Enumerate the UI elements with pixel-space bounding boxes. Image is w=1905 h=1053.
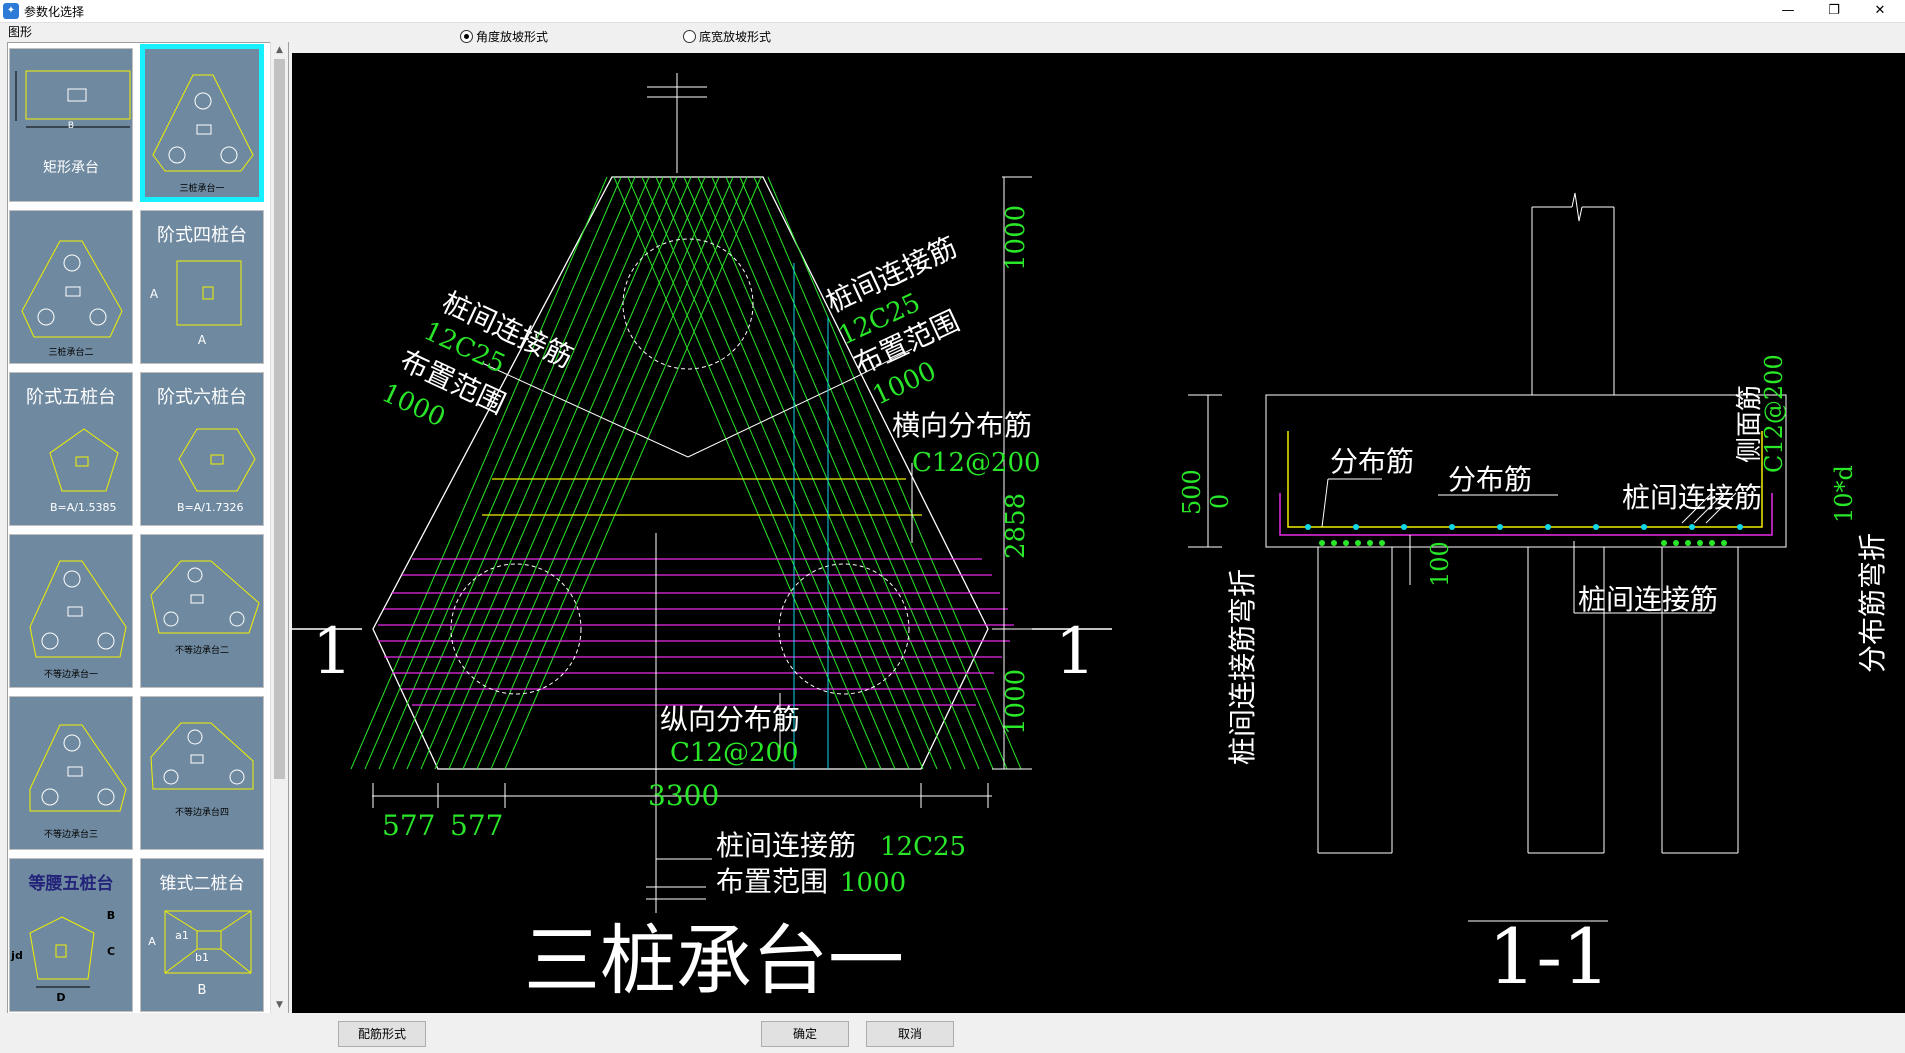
thumb-label: 不等边承台三 — [43, 830, 98, 840]
thumb-dim-a1: a1 — [175, 929, 189, 942]
pile-circle — [450, 563, 582, 695]
thumb-label: 锥式二桩台 — [159, 874, 245, 894]
gallery-scrollbar[interactable]: ▲ ▼ — [270, 42, 288, 1014]
thumb-dim-d: D — [56, 991, 66, 1004]
thumb-three-pile-1-diagram — [152, 74, 254, 172]
cancel-button[interactable]: 取消 — [866, 1021, 954, 1047]
radio-label: 角度放坡形式 — [476, 30, 549, 44]
thumb-unequal-1[interactable]: 不等边承台一 — [9, 534, 133, 688]
longitudinal-rebar — [378, 558, 1014, 706]
radio-selected-icon[interactable] — [460, 30, 473, 43]
section-bent-right: 分布筋弯折 — [1856, 533, 1889, 673]
ok-button[interactable]: 确定 — [761, 1021, 849, 1047]
plan-bottom-val: 1000 — [840, 868, 906, 898]
section-bent-val: 10*d — [1830, 465, 1858, 523]
thumb-unequal-4-diagram — [150, 722, 254, 790]
app-logo-icon: ✦ — [3, 3, 19, 19]
section-dist1: 分布筋 — [1330, 445, 1414, 478]
close-button[interactable]: ✕ — [1857, 0, 1903, 22]
thumb-dim-a: A — [197, 333, 207, 347]
section-mark-right: 1 — [1055, 615, 1096, 689]
thumb-dim-b1: b1 — [195, 951, 209, 964]
thumb-rect-cap[interactable]: B 矩形承台 — [9, 48, 133, 202]
plan-bottom-range: 布置范围 — [716, 865, 828, 898]
thumb-dim-jd: jd — [11, 949, 23, 962]
plan-dim-3300: 3300 — [648, 779, 719, 812]
plan-main-title: 三桩承台一 — [524, 916, 904, 1005]
thumb-step-4[interactable]: 阶式四桩台 A A — [140, 210, 264, 364]
section-dim-0: 0 — [1206, 494, 1234, 509]
thumb-three-pile-1[interactable]: 三桩承台一 — [140, 44, 264, 202]
rebar-form-button[interactable]: 配筋形式 — [338, 1021, 426, 1047]
group-label: 图形 — [8, 25, 33, 39]
plan-dim-577b: 577 — [450, 809, 503, 842]
section-title: 1-1 — [1488, 912, 1610, 1001]
plan-bottom-title: 桩间连接筋 — [716, 829, 856, 862]
plan-dim-577a: 577 — [382, 809, 435, 842]
window-title: 参数化选择 — [24, 5, 85, 19]
thumb-dim-a: A — [149, 287, 159, 301]
section-bent-left: 桩间连接筋弯折 — [1226, 569, 1259, 765]
thumb-unequal-2-diagram — [150, 560, 260, 634]
cad-preview-canvas: 桩间连接筋 12C25 布置范围 1000 桩间连接筋 12C25 布置范围 1… — [292, 53, 1905, 1013]
thumb-label: 三桩承台一 — [179, 184, 225, 194]
plan-trans-bar: C12@200 — [912, 448, 1041, 478]
thumb-label: 阶式五桩台 — [26, 387, 116, 408]
thumb-cone-2[interactable]: 锥式二桩台 A a1 b1 B — [140, 858, 264, 1012]
radio-angle-slope[interactable]: 角度放坡形式 — [460, 28, 548, 48]
thumb-unequal-2[interactable]: 不等边承台二 — [140, 534, 264, 688]
section-mark-left: 1 — [312, 615, 353, 689]
thumb-step-6[interactable]: 阶式六桩台 B=A/1.7326 — [140, 372, 264, 526]
section-dim-500: 500 — [1178, 469, 1206, 515]
thumb-label: 矩形承台 — [43, 160, 99, 176]
thumb-label: 阶式四桩台 — [157, 225, 247, 246]
thumb-label: 不等边承台四 — [174, 808, 229, 818]
radio-label: 底宽放坡形式 — [699, 30, 772, 44]
thumb-label: 不等边承台二 — [174, 646, 229, 656]
plan-bottom-bar: 12C25 — [880, 832, 966, 862]
scroll-down-icon[interactable]: ▼ — [271, 997, 288, 1014]
minimize-button[interactable]: — — [1765, 0, 1811, 22]
thumb-label: 阶式六桩台 — [157, 387, 247, 408]
scroll-up-icon[interactable]: ▲ — [271, 42, 288, 59]
thumb-unequal-4[interactable]: 不等边承台四 — [140, 696, 264, 850]
restore-button[interactable]: ❐ — [1811, 0, 1857, 22]
thumb-step-5[interactable]: 阶式五桩台 B=A/1.5385 — [9, 372, 133, 526]
bottom-bar: 配筋形式 确定 取消 — [0, 1013, 1905, 1053]
thumb-label: 三桩承台二 — [48, 348, 94, 358]
section-link: 桩间连接筋 — [1622, 481, 1762, 514]
title-bar: ✦ 参数化选择 — ❐ ✕ — [0, 0, 1905, 23]
scroll-thumb[interactable] — [274, 59, 285, 779]
section-side-bar: C12@200 — [1760, 354, 1788, 473]
plan-long-bar: C12@200 — [670, 738, 799, 768]
thumb-unequal-1-diagram — [29, 560, 127, 658]
shape-gallery: B 矩形承台 三桩承台一 三桩承台二 阶式四桩台 A A 阶式五桩台 B=A/1… — [7, 42, 289, 1014]
thumb-dim-b: B — [67, 121, 75, 131]
plan-dim-mid: 2858 — [1001, 493, 1031, 559]
plan-dim-top: 1000 — [1001, 205, 1031, 271]
plan-long-title: 纵向分布筋 — [660, 703, 800, 736]
radio-width-slope[interactable]: 底宽放坡形式 — [683, 28, 771, 48]
cad-drawing: 桩间连接筋 12C25 布置范围 1000 桩间连接筋 12C25 布置范围 1… — [292, 73, 1889, 1005]
section-dist2: 分布筋 — [1448, 463, 1532, 496]
thumb-label: 等腰五桩台 — [28, 874, 114, 894]
plan-trans-title: 横向分布筋 — [892, 409, 1032, 442]
thumb-label: 不等边承台一 — [43, 670, 98, 680]
plan-dim-bot: 1000 — [1001, 669, 1031, 735]
section-dim-100: 100 — [1426, 541, 1454, 587]
thumb-unequal-3[interactable]: 不等边承台三 — [9, 696, 133, 850]
section-view — [1188, 192, 1787, 922]
thumb-dim-b: B — [197, 983, 207, 998]
section-link-bottom: 桩间连接筋 — [1578, 583, 1718, 616]
radio-unselected-icon[interactable] — [683, 30, 696, 43]
